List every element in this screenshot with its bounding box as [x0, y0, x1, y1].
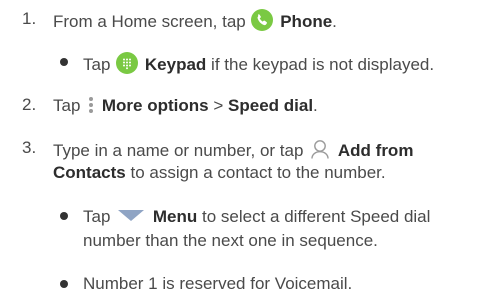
step-number: 3.: [22, 138, 37, 157]
phone-icon: [251, 9, 274, 36]
phone-label: Phone: [280, 12, 333, 31]
step-number: 2.: [22, 95, 37, 114]
bullet: [60, 280, 68, 288]
contacts-label: Contacts: [53, 163, 126, 182]
step-text: Type in a name or number, or tap Add fro…: [53, 138, 413, 165]
instructions-document: 1. From a Home screen, tap Phone. Tap Ke…: [0, 0, 500, 306]
note-prefix: Tap: [83, 207, 111, 226]
step-text-suffix: .: [332, 12, 337, 31]
step-text-prefix: From a Home screen, tap: [53, 12, 246, 31]
note-suffix: if the keypad is not displayed.: [211, 55, 435, 74]
note-text: Tap Keypad if the keypad is not displaye…: [83, 52, 434, 79]
more-options-label: More options: [101, 96, 209, 115]
note-prefix: Tap: [83, 55, 111, 74]
keypad-label: Keypad: [144, 55, 207, 74]
step-text-prefix: Type in a name or number, or tap: [53, 141, 304, 160]
contact-icon: [309, 138, 331, 165]
menu-label: Menu: [152, 207, 198, 226]
note-text: Number 1 is reserved for Voicemail.: [83, 274, 353, 293]
note-text: number than the next one in sequence.: [83, 231, 378, 250]
step-3-note-1-continued: number than the next one in sequence.: [83, 231, 378, 251]
step-number: 1.: [22, 9, 37, 28]
more-options-icon: [88, 95, 94, 120]
menu-separator: >: [213, 96, 224, 115]
bullet: [60, 212, 68, 220]
menu-triangle-icon: [118, 206, 145, 226]
step-text-suffix: to assign a contact to the number.: [130, 163, 386, 182]
note-suffix: to select a different Speed dial: [202, 207, 431, 226]
add-from-label: Add from: [337, 141, 414, 160]
note-text: Tap Menu to select a different Speed dia…: [83, 206, 430, 227]
step-text-prefix: Tap: [53, 96, 81, 115]
step-3-continued: Contacts to assign a contact to the numb…: [53, 163, 386, 183]
speed-dial-label: Speed dial: [228, 96, 314, 115]
keypad-icon: [116, 52, 139, 79]
step-text: Tap More options > Speed dial.: [53, 95, 318, 120]
bullet: [60, 58, 68, 66]
step-text: From a Home screen, tap Phone.: [53, 9, 337, 36]
step-text-suffix: .: [313, 96, 318, 115]
